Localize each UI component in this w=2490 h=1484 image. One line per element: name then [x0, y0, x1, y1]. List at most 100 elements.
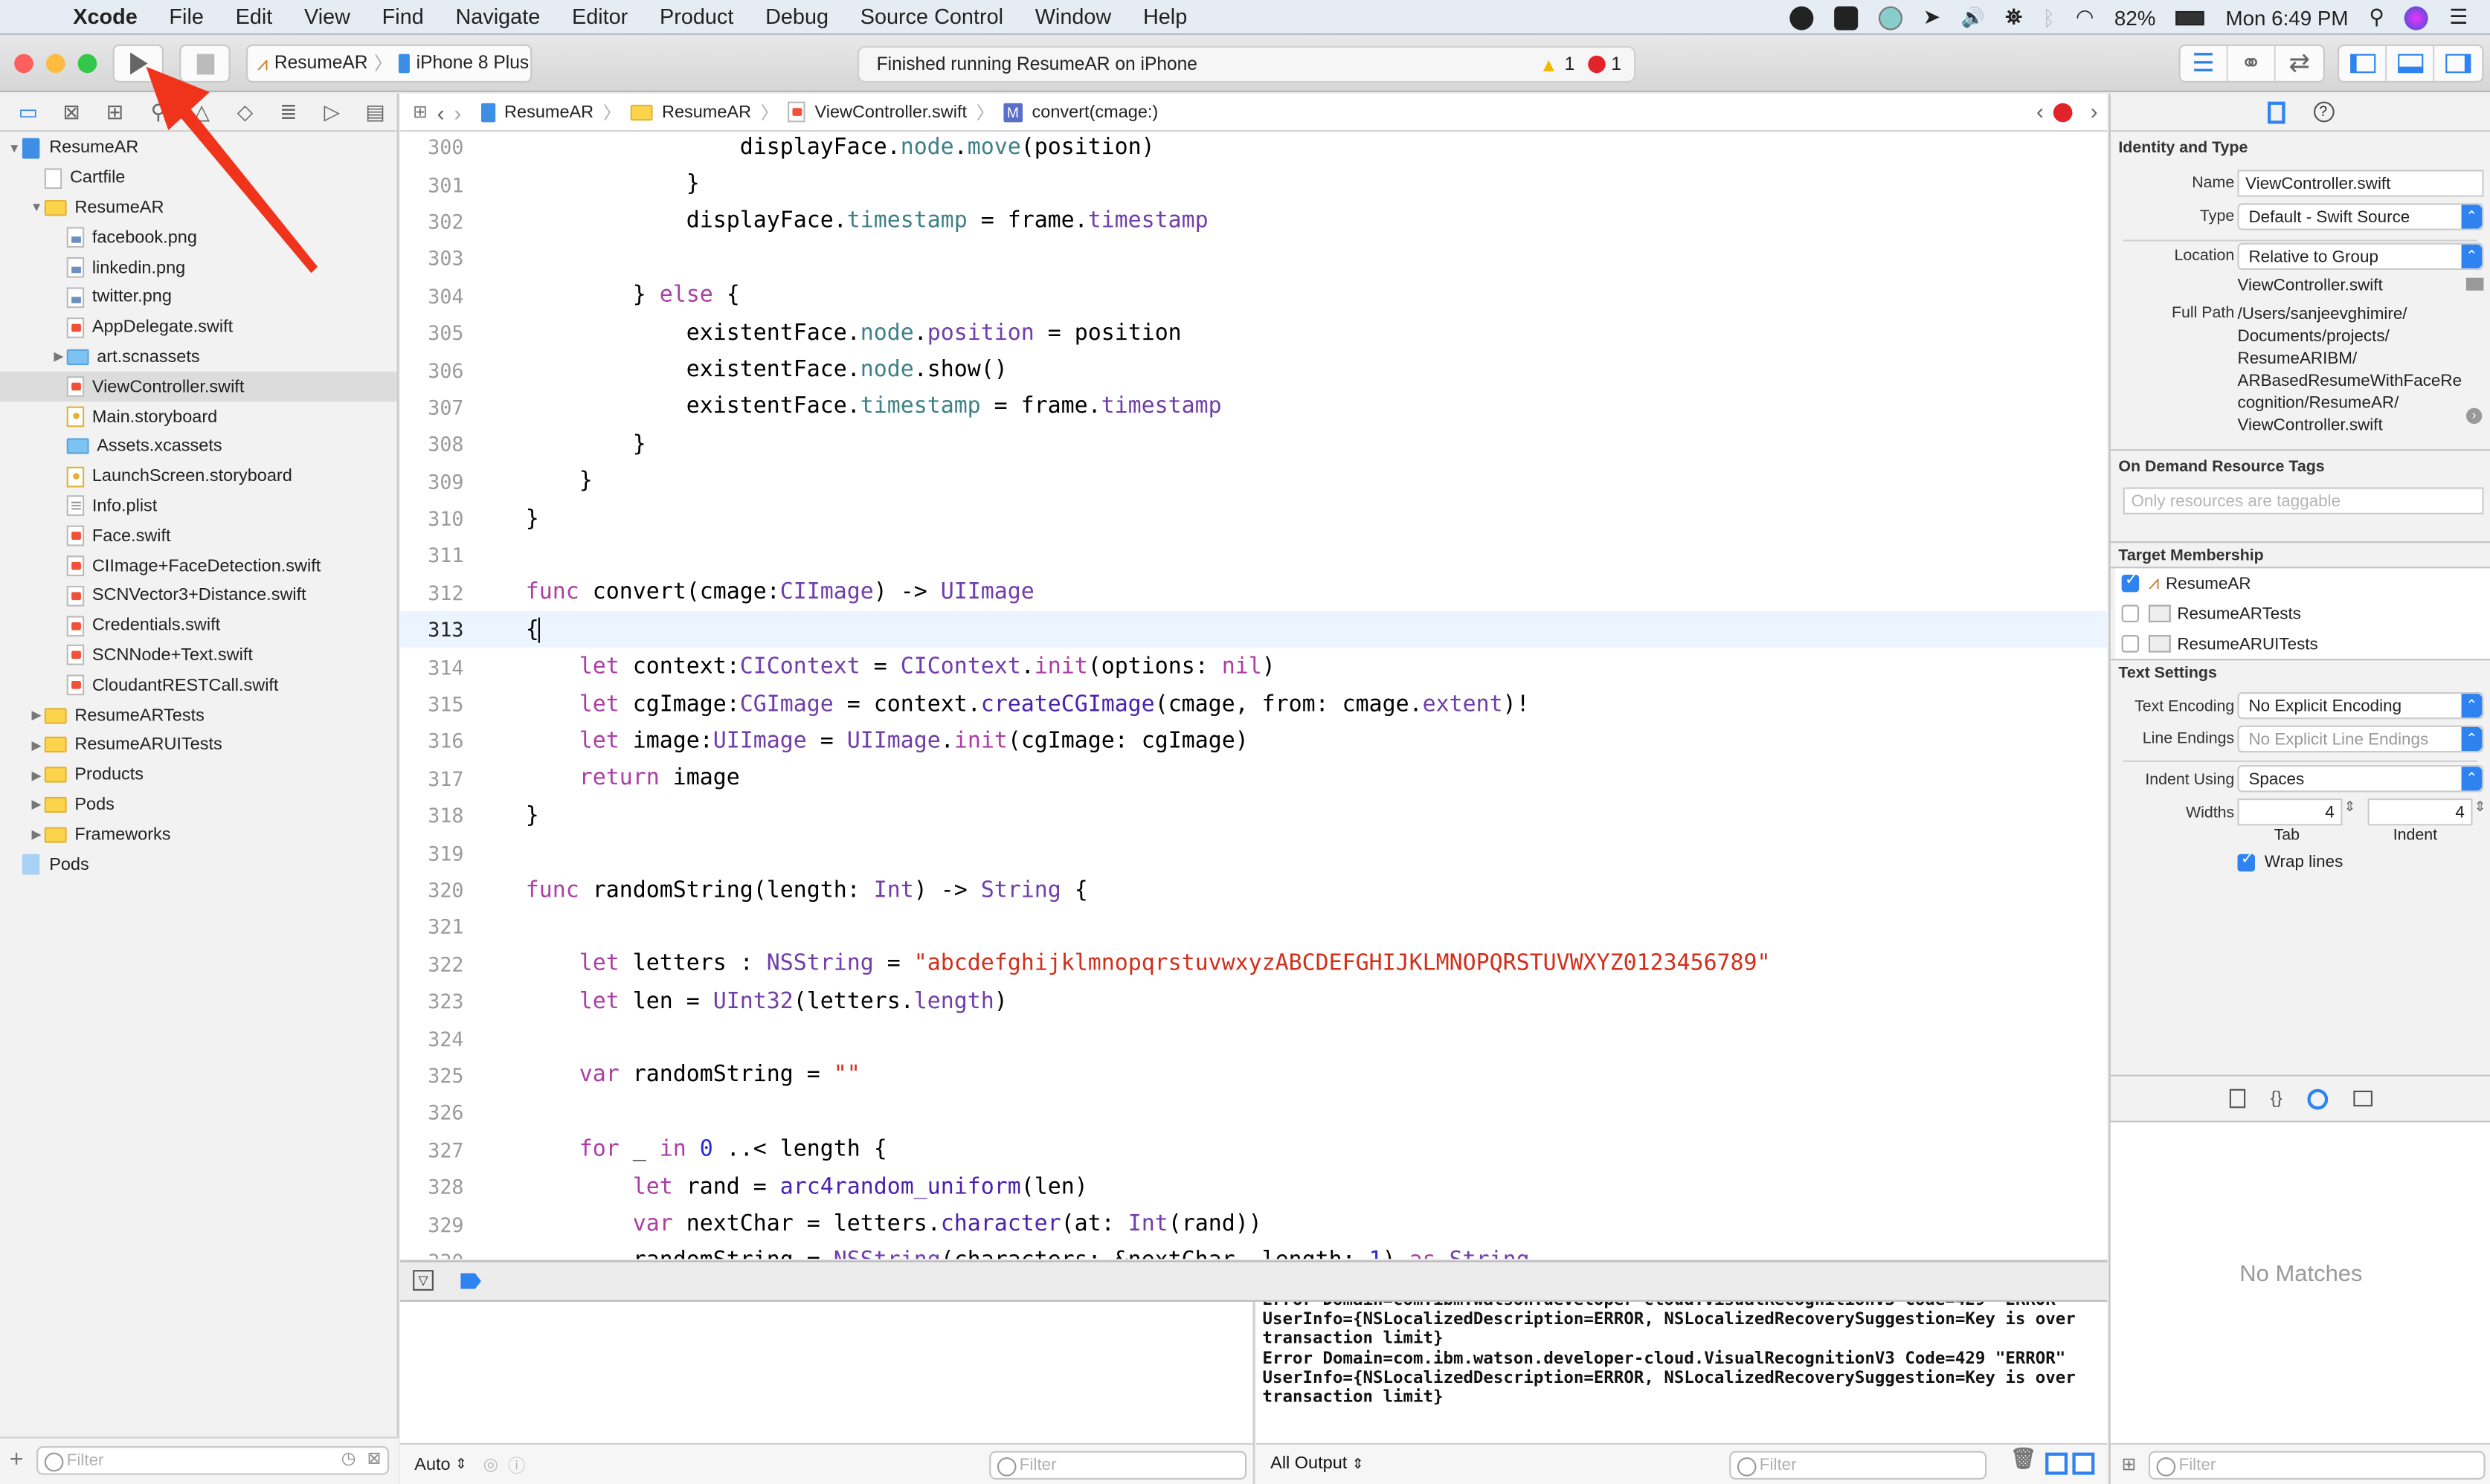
- airmail-icon[interactable]: ➤: [1923, 4, 1940, 30]
- code-line[interactable]: 325 var randomString = "": [400, 1057, 2107, 1094]
- code-line[interactable]: 317 return image: [400, 760, 2107, 797]
- console-scope-selector[interactable]: All Output: [1270, 1455, 1347, 1474]
- navigator-item[interactable]: linkedin.png: [0, 253, 397, 283]
- code-line[interactable]: 326: [400, 1094, 2107, 1131]
- code-line[interactable]: 302 displayFace. timestamp = frame. timest…: [400, 203, 2107, 240]
- line-number[interactable]: 301: [400, 172, 463, 196]
- grid-view-icon[interactable]: ⊞: [2122, 1454, 2137, 1475]
- navigator-item[interactable]: LaunchScreen.storyboard: [0, 462, 397, 491]
- name-field[interactable]: ViewController.swift: [2237, 170, 2484, 197]
- indent-width-stepper[interactable]: ⇕: [2474, 799, 2486, 816]
- tab-width-field[interactable]: 4: [2237, 799, 2343, 826]
- disclosure-closed-icon[interactable]: ▶: [28, 828, 44, 842]
- navigator-item[interactable]: ▶ Frameworks: [0, 819, 397, 849]
- line-number[interactable]: 326: [400, 1100, 463, 1124]
- file-inspector-icon[interactable]: [2266, 100, 2285, 123]
- navigator-filter-input[interactable]: Filter ◷ ⊠: [36, 1446, 390, 1475]
- warning-count[interactable]: 1: [1565, 55, 1575, 74]
- odr-tags-field[interactable]: Only resources are taggable: [2123, 487, 2484, 514]
- navigator-item[interactable]: ▶ ResumeARTests: [0, 700, 397, 730]
- code-line[interactable]: 305 existentFace. node. position = positio…: [400, 314, 2107, 352]
- target-row[interactable]: ⩘ResumeAR: [2115, 568, 2490, 599]
- line-endings-popup[interactable]: No Explicit Line Endings: [2237, 725, 2484, 753]
- navigator-item[interactable]: Info.plist: [0, 491, 397, 521]
- type-popup[interactable]: Default - Swift Source: [2237, 203, 2484, 230]
- report-navigator-icon[interactable]: ▤: [353, 96, 396, 128]
- volume-icon[interactable]: 🔊: [1961, 7, 1985, 29]
- version-editor-icon[interactable]: ⇄: [2276, 46, 2323, 81]
- add-file-icon[interactable]: +: [10, 1446, 24, 1473]
- code-line[interactable]: 309 }: [400, 462, 2107, 500]
- quick-look-eye-icon[interactable]: ◎: [483, 1454, 499, 1475]
- disclosure-closed-icon[interactable]: ▶: [28, 738, 44, 752]
- object-library-icon[interactable]: [2307, 1088, 2329, 1109]
- tab-width-stepper[interactable]: ⇕: [2344, 799, 2356, 816]
- navigator-item[interactable]: ▶ Pods: [0, 790, 397, 819]
- choose-folder-icon[interactable]: [2465, 277, 2484, 291]
- line-number[interactable]: 327: [400, 1138, 463, 1161]
- indent-using-popup[interactable]: Spaces: [2237, 765, 2484, 793]
- spotlight-search-icon[interactable]: ⚲: [2369, 4, 2384, 30]
- stop-button[interactable]: [179, 44, 231, 83]
- toggle-debug-area-icon[interactable]: [2387, 45, 2435, 81]
- line-number[interactable]: 323: [400, 990, 463, 1013]
- code-line[interactable]: 318}: [400, 797, 2107, 834]
- binoculars-icon[interactable]: ⛯: [2006, 4, 2022, 30]
- library-filter-input[interactable]: Filter: [2148, 1451, 2486, 1480]
- crumb-file[interactable]: ViewController.swift: [814, 103, 967, 122]
- crumb-project[interactable]: ResumeAR: [504, 103, 593, 122]
- code-line[interactable]: 323 let len = UInt32 (letters. length): [400, 983, 2107, 1020]
- line-number[interactable]: 313: [400, 618, 463, 642]
- variables-filter-input[interactable]: Filter: [989, 1451, 1247, 1480]
- code-line[interactable]: 307 existentFace. timestamp = frame. times…: [400, 389, 2107, 426]
- code-line[interactable]: 313 {: [400, 611, 2108, 649]
- menu-help[interactable]: Help: [1143, 4, 1187, 28]
- navigator-item[interactable]: Pods: [0, 850, 397, 880]
- issue-error-icon[interactable]: [2053, 103, 2073, 123]
- code-line[interactable]: 324: [400, 1020, 2107, 1057]
- target-row[interactable]: ResumeARTests: [2115, 599, 2490, 629]
- disclosure-closed-icon[interactable]: ▶: [28, 768, 44, 782]
- code-line[interactable]: 316 let image: UIImage = UIImage. init (cgI…: [400, 723, 2107, 760]
- reveal-in-finder-arrow-icon[interactable]: ›: [2465, 407, 2483, 425]
- show-console-icon[interactable]: [2072, 1452, 2095, 1475]
- menu-window[interactable]: Window: [1035, 4, 1112, 28]
- line-number[interactable]: 306: [400, 358, 463, 382]
- code-line[interactable]: 303: [400, 240, 2107, 277]
- code-line[interactable]: 322 let letters : NSString = "abcdefghij…: [400, 946, 2107, 983]
- navigator-item[interactable]: ▶ art.scnassets: [0, 342, 397, 372]
- crumb-group[interactable]: ResumeAR: [662, 103, 751, 122]
- media-library-icon[interactable]: [2353, 1090, 2373, 1107]
- line-number[interactable]: 324: [400, 1027, 463, 1051]
- source-editor[interactable]: 300 displayFace. node. move (position) 301 }…: [400, 132, 2108, 1259]
- navigator-item[interactable]: Cartfile: [0, 163, 397, 193]
- scheme-selector[interactable]: ⩘ ResumeAR 〉 iPhone 8 Plus: [245, 44, 533, 83]
- navigator-item[interactable]: Credentials.swift: [0, 611, 397, 641]
- menu-app[interactable]: Xcode: [73, 4, 138, 28]
- code-snippet-library-icon[interactable]: {}: [2271, 1089, 2282, 1109]
- warning-icon[interactable]: ▲: [1540, 54, 1558, 76]
- line-number[interactable]: 302: [400, 210, 463, 233]
- location-popup[interactable]: Relative to Group: [2237, 242, 2484, 270]
- code-line[interactable]: 311: [400, 537, 2107, 574]
- line-number[interactable]: 322: [400, 952, 463, 976]
- line-number[interactable]: 307: [400, 395, 463, 419]
- navigator-item[interactable]: SCNNode+Text.swift: [0, 641, 397, 671]
- navigator-item[interactable]: facebook.png: [0, 223, 397, 253]
- console-output[interactable]: Error Domain=com.ibm.watson.developer-cl…: [1255, 1301, 2108, 1484]
- navigator-item[interactable]: ▼ ResumeAR: [0, 133, 397, 163]
- related-items-icon[interactable]: ⊞: [413, 102, 428, 123]
- line-number[interactable]: 304: [400, 284, 463, 308]
- line-number[interactable]: 314: [400, 655, 463, 679]
- checkbox-unchecked-icon[interactable]: [2121, 635, 2140, 653]
- wrap-lines-checkbox[interactable]: Wrap lines: [2237, 851, 2343, 871]
- viber-icon[interactable]: [1789, 5, 1814, 30]
- menu-file[interactable]: File: [169, 4, 203, 28]
- back-chevron-icon[interactable]: ‹: [437, 99, 445, 124]
- code-line[interactable]: 310}: [400, 500, 2107, 537]
- line-number[interactable]: 328: [400, 1175, 463, 1199]
- print-description-info-icon[interactable]: ⓘ: [508, 1452, 525, 1477]
- code-line[interactable]: 301 }: [400, 166, 2107, 203]
- line-number[interactable]: 320: [400, 878, 463, 902]
- battery-icon[interactable]: [2176, 10, 2205, 25]
